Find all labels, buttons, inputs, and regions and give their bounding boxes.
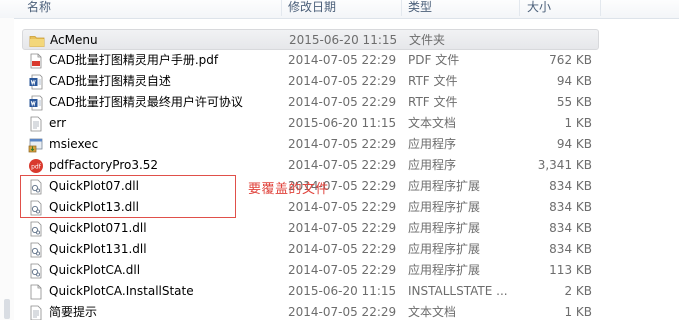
installer-icon: [28, 137, 44, 153]
file-row[interactable]: CAD批量打图精灵用户手册.pdf 2014-07-05 22:29 PDF 文件 7…: [22, 50, 599, 71]
svg-text:pdf: pdf: [31, 164, 42, 171]
file-modified-date: 2014-07-05 22:29: [288, 305, 397, 319]
file-type: 文件夹: [409, 33, 446, 47]
pdf-app-icon: pdf: [28, 158, 44, 174]
file-name: 简要提示: [49, 305, 98, 319]
file-size: 113 KB: [549, 263, 592, 277]
file-modified-date: 2014-07-05 22:29: [288, 263, 397, 277]
scroll-thumb[interactable]: [4, 299, 10, 319]
file-type: 应用程序扩展: [408, 242, 481, 256]
file-type: PDF 文件: [408, 53, 460, 67]
file-type: 应用程序扩展: [408, 200, 481, 214]
file-modified-date: 2014-07-05 22:29: [288, 74, 397, 88]
generic-file-icon: [28, 284, 44, 300]
file-name: QuickPlotCA.InstallState: [49, 284, 194, 298]
column-header-type[interactable]: 类型: [408, 0, 432, 18]
folder-icon: [29, 33, 45, 49]
file-name: CAD批量打图精灵用户手册.pdf: [49, 53, 219, 67]
text-file-icon: [28, 305, 44, 320]
file-name: QuickPlotCA.dll: [49, 263, 141, 277]
file-size: 3,341 KB: [537, 158, 592, 172]
file-type: RTF 文件: [408, 74, 458, 88]
file-modified-date: 2015-06-20 11:15: [288, 284, 397, 298]
file-type: 文本文档: [408, 116, 457, 130]
file-modified-date: 2014-07-05 22:29: [288, 221, 397, 235]
file-modified-date: 2014-07-05 22:29: [288, 95, 397, 109]
file-name: QuickPlot13.dll: [49, 200, 139, 214]
file-row[interactable]: CAD批量打图精灵自述 2014-07-05 22:29 RTF 文件 94 KB: [22, 71, 599, 92]
column-header-date[interactable]: 修改日期: [288, 0, 336, 18]
rtf-file-icon: [28, 74, 44, 90]
column-divider[interactable]: [401, 0, 402, 16]
annotation-label: 要覆盖的文件: [248, 182, 330, 197]
file-type: RTF 文件: [408, 95, 458, 109]
file-type: INSTALLSTATE ...: [408, 284, 508, 298]
file-size: 55 KB: [556, 95, 592, 109]
file-modified-date: 2014-07-05 22:29: [288, 53, 397, 67]
dll-file-icon: [28, 179, 44, 195]
file-size: 1 KB: [564, 116, 592, 130]
file-explorer: 名称 修改日期 类型 大小 AcMenu 2015-06-20 11:15 文件夹 C…: [0, 0, 679, 320]
file-name: pdfFactoryPro3.52: [49, 158, 159, 172]
rtf-file-icon: [28, 95, 44, 111]
file-modified-date: 2014-07-05 22:29: [288, 137, 397, 151]
file-row[interactable]: CAD批量打图精灵最终用户许可协议 2014-07-05 22:29 RTF 文件 5…: [22, 92, 599, 113]
file-name: QuickPlot131.dll: [49, 242, 147, 256]
file-row[interactable]: QuickPlotCA.dll 2014-07-05 22:29 应用程序扩展 113…: [22, 260, 599, 281]
file-name: AcMenu: [50, 33, 98, 47]
file-name: QuickPlot07.dll: [49, 179, 139, 193]
file-row[interactable]: QuickPlot13.dll 2014-07-05 22:29 应用程序扩展 834…: [22, 197, 599, 218]
column-divider[interactable]: [281, 0, 282, 16]
file-modified-date: 2014-07-05 22:29: [288, 200, 397, 214]
file-name: msiexec: [49, 137, 99, 151]
pdf-file-icon: [28, 53, 44, 69]
file-row[interactable]: pdf pdfFactoryPro3.52 2014-07-05 22:29 应用程序…: [22, 155, 599, 176]
column-header-name[interactable]: 名称: [27, 0, 51, 18]
column-divider[interactable]: [600, 0, 601, 16]
column-divider[interactable]: [519, 0, 520, 16]
file-modified-date: 2015-06-20 11:15: [288, 116, 397, 130]
file-type: 应用程序扩展: [408, 179, 481, 193]
dll-file-icon: [28, 221, 44, 237]
file-modified-date: 2014-07-05 22:29: [288, 242, 397, 256]
dll-file-icon: [28, 200, 44, 216]
file-size: 834 KB: [549, 179, 592, 193]
column-header-size[interactable]: 大小: [527, 0, 551, 18]
file-size: 834 KB: [549, 200, 592, 214]
file-row[interactable]: AcMenu 2015-06-20 11:15 文件夹: [22, 29, 599, 50]
file-type: 应用程序: [408, 137, 457, 151]
file-size: 94 KB: [556, 74, 592, 88]
file-size: 762 KB: [549, 53, 592, 67]
file-row[interactable]: QuickPlotCA.InstallState 2015-06-20 11:15…: [22, 281, 599, 302]
text-file-icon: [28, 116, 44, 132]
file-modified-date: 2014-07-05 22:29: [288, 158, 397, 172]
file-name: CAD批量打图精灵自述: [49, 74, 171, 88]
file-size: 94 KB: [556, 137, 592, 151]
vertical-scroll-strip[interactable]: [0, 18, 14, 320]
dll-file-icon: [28, 242, 44, 258]
file-row[interactable]: 简要提示 2014-07-05 22:29 文本文档 1 KB: [22, 302, 599, 320]
column-header-bar: 名称 修改日期 类型 大小: [0, 0, 679, 19]
file-size: 1 KB: [564, 305, 592, 319]
file-row[interactable]: QuickPlot131.dll 2014-07-05 22:29 应用程序扩展 83…: [22, 239, 599, 260]
file-size: 2 KB: [564, 284, 592, 298]
file-type: 应用程序: [408, 158, 457, 172]
file-row[interactable]: msiexec 2014-07-05 22:29 应用程序 94 KB: [22, 134, 599, 155]
file-name: err: [49, 116, 67, 130]
file-row[interactable]: QuickPlot071.dll 2014-07-05 22:29 应用程序扩展 83…: [22, 218, 599, 239]
file-size: 834 KB: [549, 221, 592, 235]
file-modified-date: 2015-06-20 11:15: [289, 33, 398, 47]
file-name: CAD批量打图精灵最终用户许可协议: [49, 95, 243, 109]
file-type: 文本文档: [408, 305, 457, 319]
file-name: QuickPlot071.dll: [49, 221, 147, 235]
file-type: 应用程序扩展: [408, 221, 481, 235]
file-type: 应用程序扩展: [408, 263, 481, 277]
file-row[interactable]: err 2015-06-20 11:15 文本文档 1 KB: [22, 113, 599, 134]
file-size: 834 KB: [549, 242, 592, 256]
dll-file-icon: [28, 263, 44, 279]
